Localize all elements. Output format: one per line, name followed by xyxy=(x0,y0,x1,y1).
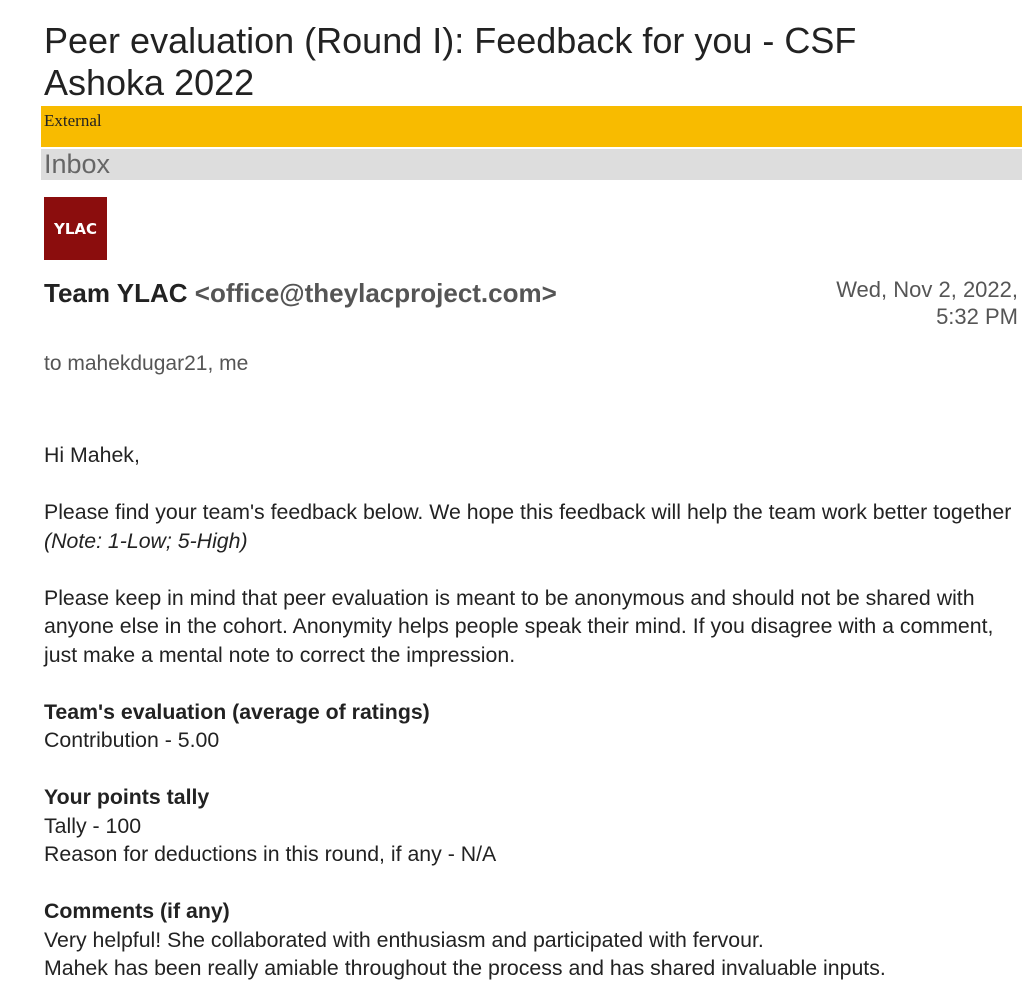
sender-email[interactable]: <office@theylacproject.com> xyxy=(195,278,557,308)
sender-line: Team YLAC <office@theylacproject.com> xyxy=(44,277,557,309)
external-label-bar: External xyxy=(41,106,1022,147)
evaluation-heading: Team's evaluation (average of ratings) xyxy=(44,699,430,724)
email-body: Hi Mahek, Please find your team's feedba… xyxy=(44,441,1019,983)
tally-heading: Your points tally xyxy=(44,785,210,809)
sender-name: Team YLAC xyxy=(44,278,188,308)
intro-paragraph: Please find your team's feedback below. … xyxy=(44,498,1019,555)
deductions-line: Reason for deductions in this round, if … xyxy=(44,842,497,866)
email-timestamp: Wed, Nov 2, 2022, 5:32 PM xyxy=(758,276,1018,330)
external-label: External xyxy=(44,111,102,130)
email-subject: Peer evaluation (Round I): Feedback for … xyxy=(44,20,857,103)
intro-text: Please find your team's feedback below. … xyxy=(44,500,1012,524)
comments-section: Comments (if any) Very helpful! She coll… xyxy=(44,897,1019,983)
comment-item: Mahek has been really amiable throughout… xyxy=(44,956,886,980)
comments-heading: Comments (if any) xyxy=(44,899,230,923)
greeting: Hi Mahek, xyxy=(44,443,140,467)
recipients-line[interactable]: to mahekdugar21, me xyxy=(44,350,248,378)
inbox-label[interactable]: Inbox xyxy=(41,149,1022,180)
tally-value: Tally - 100 xyxy=(44,813,142,838)
evaluation-section: Team's evaluation (average of ratings) C… xyxy=(44,698,1019,755)
sender-avatar: YLAC xyxy=(44,197,107,260)
evaluation-value: Contribution - 5.00 xyxy=(44,728,220,752)
timestamp-date: Wed, Nov 2, 2022, xyxy=(836,277,1018,302)
avatar-logo-text: YLAC xyxy=(53,219,98,238)
timestamp-time: 5:32 PM xyxy=(936,304,1018,329)
anonymity-paragraph: Please keep in mind that peer evaluation… xyxy=(44,585,994,667)
intro-note: (Note: 1-Low; 5-High) xyxy=(44,528,248,553)
comment-item: Very helpful! She collaborated with enth… xyxy=(44,927,764,952)
tally-section: Your points tally Tally - 100 Reason for… xyxy=(44,783,1019,869)
